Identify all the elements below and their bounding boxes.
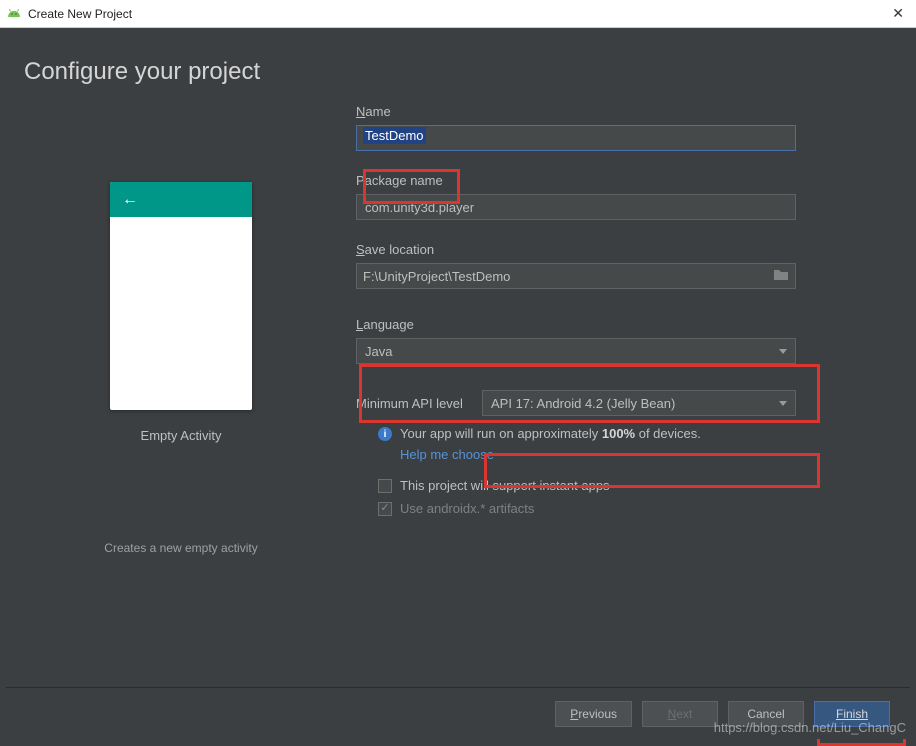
page-title: Configure your project (6, 28, 910, 86)
close-icon[interactable]: ✕ (886, 5, 910, 22)
package-label: Package name (356, 173, 880, 188)
name-input-value: TestDemo (363, 127, 426, 144)
next-button: Next (642, 701, 718, 727)
name-input[interactable]: TestDemo (356, 125, 796, 151)
info-icon: i (378, 427, 392, 441)
window-title: Create New Project (28, 7, 886, 21)
package-input[interactable] (356, 194, 796, 220)
location-label: Save location (356, 242, 880, 257)
phone-preview: ← (110, 182, 252, 410)
instant-apps-checkbox[interactable] (378, 479, 392, 493)
activity-description: Creates a new empty activity (104, 541, 257, 555)
location-input[interactable]: F:\UnityProject\TestDemo (356, 263, 796, 289)
api-value: API 17: Android 4.2 (Jelly Bean) (491, 396, 779, 411)
dialog-footer: Previous Next Cancel Finish (6, 687, 910, 739)
language-value: Java (365, 344, 779, 359)
instant-apps-label: This project will support instant apps (400, 478, 610, 493)
previous-button[interactable]: Previous (555, 701, 632, 727)
androidx-label: Use androidx.* artifacts (400, 501, 534, 516)
folder-icon[interactable] (773, 267, 789, 286)
phone-appbar: ← (110, 182, 252, 217)
android-icon (6, 8, 22, 20)
arrow-back-icon: ← (122, 191, 138, 209)
chevron-down-icon (779, 349, 787, 354)
api-select[interactable]: API 17: Android 4.2 (Jelly Bean) (482, 390, 796, 416)
cancel-button[interactable]: Cancel (728, 701, 804, 727)
name-label: Name (356, 104, 880, 119)
language-select[interactable]: Java (356, 338, 796, 364)
location-value: F:\UnityProject\TestDemo (363, 269, 773, 284)
androidx-checkbox (378, 502, 392, 516)
preview-column: ← Empty Activity Creates a new empty act… (6, 104, 356, 555)
help-me-choose-link[interactable]: Help me choose (400, 447, 880, 462)
chevron-down-icon (779, 401, 787, 406)
api-label: Minimum API level (356, 396, 482, 411)
coverage-info: i Your app will run on approximately 100… (378, 426, 880, 441)
activity-name-label: Empty Activity (141, 428, 222, 443)
window-titlebar: Create New Project ✕ (0, 0, 916, 28)
language-label: Language (356, 317, 880, 332)
finish-button[interactable]: Finish (814, 701, 890, 727)
